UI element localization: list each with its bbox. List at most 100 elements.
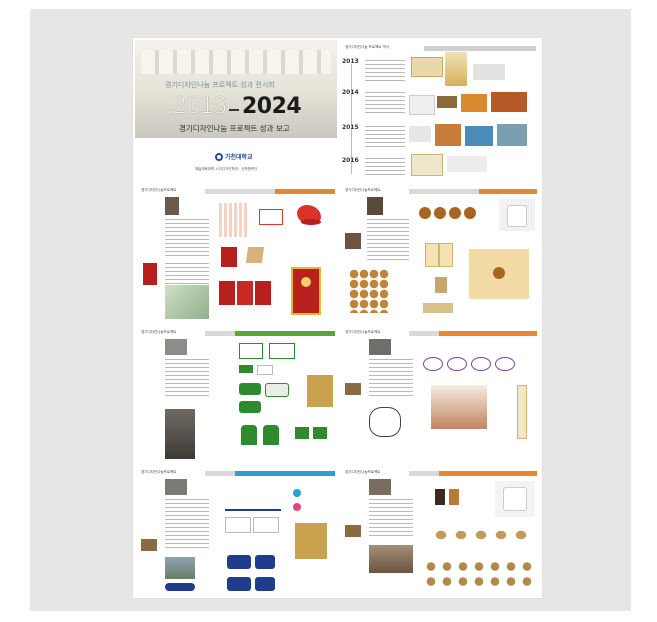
timeline-img-2015c bbox=[465, 126, 493, 146]
page5-van-4 bbox=[255, 577, 275, 591]
page2-header-orange-bar bbox=[479, 189, 537, 194]
page1-large-pack-label bbox=[301, 277, 311, 287]
timeline-img-2014c bbox=[461, 94, 487, 112]
page5-text-block bbox=[165, 499, 209, 551]
timeline-year-2016: 2016 bbox=[342, 157, 359, 164]
page2-cup bbox=[507, 205, 527, 227]
page5-small-photo bbox=[141, 539, 157, 551]
page1-box bbox=[245, 247, 265, 263]
page4-header: 경기디자인나눔프로젝트 bbox=[345, 330, 381, 334]
timeline-year-2014: 2014 bbox=[342, 89, 359, 96]
page1-large-pack bbox=[291, 267, 321, 315]
timeline-img-2013c bbox=[473, 64, 505, 80]
timeline-img-2015b bbox=[435, 124, 461, 146]
timeline-img-2014b bbox=[437, 96, 457, 108]
page1-pack-1 bbox=[221, 247, 237, 267]
page5-van-1 bbox=[227, 555, 251, 569]
page2-bag-2 bbox=[439, 243, 453, 267]
page3-header-gray-bar bbox=[205, 331, 235, 336]
page6-text-block bbox=[369, 499, 413, 539]
page5-card-2 bbox=[253, 517, 279, 533]
page3-jacket-1 bbox=[241, 425, 257, 445]
timeline-img-2016b bbox=[447, 156, 487, 172]
page2-seal-1 bbox=[419, 207, 431, 219]
cover-page: 경기디자인나눔 프로젝트 성과 전시회 2013 2024 경기디자인나눔 프로… bbox=[135, 40, 337, 183]
page2-header-gray-bar bbox=[409, 189, 479, 194]
page6-coffee-bag-1 bbox=[435, 489, 445, 505]
page2-client-photo bbox=[367, 197, 383, 215]
page6-header-gray-bar bbox=[409, 471, 439, 476]
page5-dot-blue bbox=[293, 489, 301, 497]
timeline-page: 경기디자인나눔 프로젝트 역사 2013 2014 2015 2016 bbox=[339, 40, 540, 183]
timeline-header-bar bbox=[424, 46, 536, 51]
page5-badge bbox=[165, 583, 195, 591]
page5-envelope bbox=[295, 523, 327, 559]
page5-client-photo bbox=[165, 479, 187, 495]
page5-header: 경기디자인나눔프로젝트 bbox=[141, 470, 177, 474]
page3-van-2 bbox=[265, 383, 289, 397]
page3-tshirt-2 bbox=[313, 427, 327, 439]
cover-year-start: 2013 bbox=[173, 94, 228, 119]
page5-van-3 bbox=[227, 577, 251, 591]
timeline-img-2016a bbox=[411, 154, 443, 176]
page3-envelope bbox=[307, 375, 333, 407]
page2-small-photo bbox=[345, 233, 361, 249]
university-logo-icon bbox=[215, 153, 223, 161]
page3-logo-2 bbox=[269, 343, 295, 359]
document-sheet: 경기디자인나눔 프로젝트 성과 전시회 2013 2024 경기디자인나눔 프로… bbox=[133, 38, 542, 598]
page3-card-2 bbox=[257, 365, 273, 375]
timeline-img-2014d bbox=[491, 92, 527, 112]
page5-card-1 bbox=[225, 517, 251, 533]
page4-client-photo bbox=[369, 339, 391, 355]
timeline-img-2013a bbox=[411, 57, 443, 77]
project-page-4: 경기디자인나눔프로젝트 bbox=[339, 327, 540, 465]
page1-pack-4 bbox=[255, 281, 271, 305]
timeline-img-2014a bbox=[409, 95, 435, 115]
page6-header-orange-bar bbox=[439, 471, 537, 476]
page1-pack-2 bbox=[219, 281, 235, 305]
page5-dot-pink bbox=[293, 503, 301, 511]
cover-subtitle: 경기디자인나눔 프로젝트 성과 보고 bbox=[179, 124, 290, 133]
page4-badge-2 bbox=[447, 357, 467, 371]
page2-tray bbox=[423, 303, 453, 313]
timeline-img-2015a bbox=[409, 126, 431, 142]
page4-header-gray-bar bbox=[409, 331, 439, 336]
cover-title-line: 경기디자인나눔 프로젝트 성과 전시회 bbox=[165, 81, 275, 89]
page6-coffee-bag-2 bbox=[449, 489, 459, 505]
timeline-text-2014 bbox=[365, 92, 405, 114]
page4-bottle bbox=[517, 385, 527, 439]
page3-logo-1 bbox=[239, 343, 263, 359]
page6-header: 경기디자인나눔프로젝트 bbox=[345, 470, 381, 474]
page1-sample-photo bbox=[143, 263, 157, 285]
page1-green-photo bbox=[165, 285, 209, 319]
page3-header-green-bar bbox=[235, 331, 335, 336]
page1-logo-a bbox=[259, 209, 283, 225]
page5-logo bbox=[225, 497, 281, 511]
page6-mug bbox=[503, 487, 527, 511]
project-page-5: 경기디자인나눔프로젝트 bbox=[135, 467, 337, 596]
page1-header: 경기디자인나눔프로젝트 bbox=[141, 188, 177, 192]
page4-text-block bbox=[369, 359, 413, 399]
page6-shop-photo bbox=[369, 545, 413, 573]
page3-person-photo bbox=[165, 409, 195, 459]
page6-icon-row bbox=[423, 559, 533, 589]
project-page-3: 경기디자인나눔프로젝트 bbox=[135, 327, 337, 465]
year-dash bbox=[229, 109, 239, 111]
page4-product-box bbox=[431, 385, 487, 429]
page1-text-block-2 bbox=[165, 263, 209, 285]
page5-people-photo bbox=[165, 557, 195, 579]
page3-header: 경기디자인나눔프로젝트 bbox=[141, 330, 177, 334]
page3-tshirt-1 bbox=[295, 427, 309, 439]
page1-client-photo bbox=[165, 197, 179, 215]
page4-badge-3 bbox=[471, 357, 491, 371]
timeline-header: 경기디자인나눔 프로젝트 역사 bbox=[345, 45, 390, 49]
timeline-year-2015: 2015 bbox=[342, 124, 359, 131]
project-page-2: 경기디자인나눔프로젝트 bbox=[339, 185, 540, 325]
cover-footer: 예술체육대학 시각디자인학과 · 산학협력단 bbox=[195, 167, 258, 171]
page2-text-block bbox=[367, 219, 409, 263]
page3-client-photo bbox=[165, 339, 187, 355]
page4-small-photo bbox=[345, 383, 361, 395]
page2-seal-4 bbox=[464, 207, 476, 219]
project-page-6: 경기디자인나눔프로젝트 bbox=[339, 467, 540, 596]
page2-bag-1 bbox=[425, 243, 439, 267]
